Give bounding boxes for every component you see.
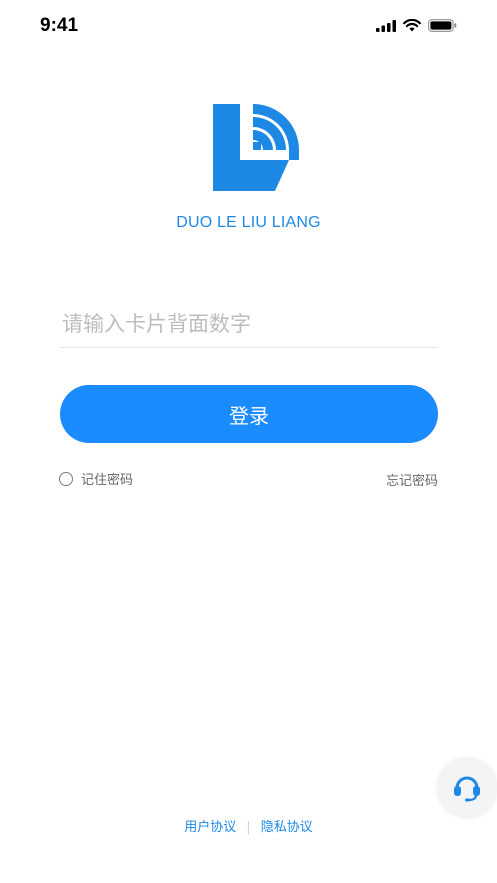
status-bar: 9:41 <box>0 0 497 52</box>
app-logo <box>213 104 299 191</box>
remember-radio-icon[interactable] <box>59 471 73 486</box>
cellular-signal-icon <box>376 19 396 32</box>
remember-password-label: 记住密码 <box>81 473 134 488</box>
login-button[interactable]: 登录 <box>60 385 438 443</box>
user-agreement-link[interactable]: 用户协议 <box>184 820 236 835</box>
footer-links: 用户协议 | 隐私协议 <box>0 816 497 835</box>
card-number-input[interactable] <box>60 300 438 348</box>
battery-icon <box>428 19 457 32</box>
status-icons <box>376 19 457 32</box>
remember-password-toggle[interactable]: 记住密码 <box>59 469 133 488</box>
status-time: 9:41 <box>40 15 79 36</box>
headset-icon <box>454 776 480 802</box>
footer-divider: | <box>246 820 251 835</box>
forgot-password-link[interactable]: 忘记密码 <box>386 470 438 489</box>
privacy-agreement-link[interactable]: 隐私协议 <box>261 820 313 835</box>
brand-name: DUO LE LIU LIANG <box>176 214 321 231</box>
customer-service-button[interactable] <box>437 757 497 817</box>
wifi-icon <box>403 19 421 32</box>
